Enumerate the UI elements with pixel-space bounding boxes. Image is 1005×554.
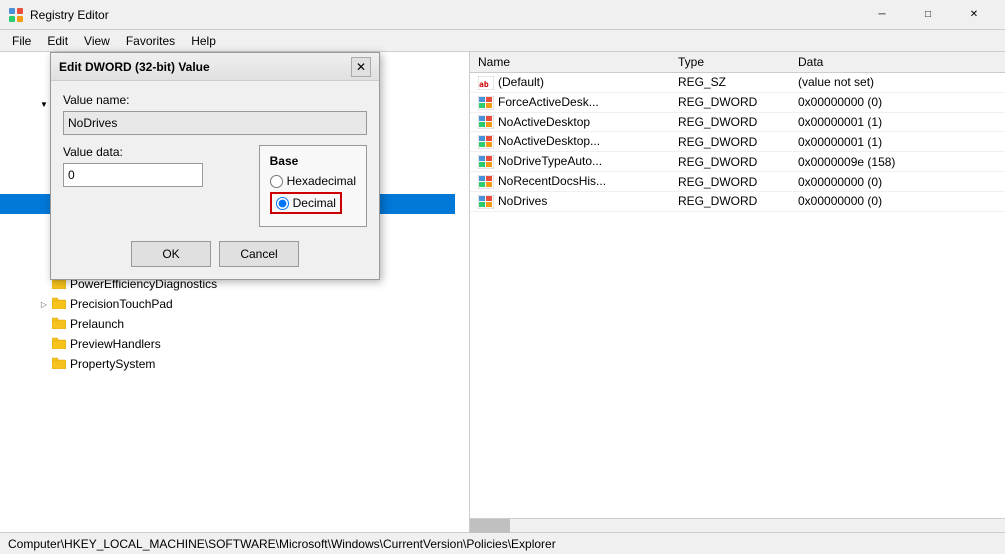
reg-name-cell: ForceActiveDesk... xyxy=(470,92,670,112)
reg-type-cell: REG_DWORD xyxy=(670,191,790,211)
dialog-title: Edit DWORD (32-bit) Value xyxy=(59,60,210,74)
reg-data-cell: 0x00000000 (0) xyxy=(790,172,1005,192)
decimal-radio-row: Decimal xyxy=(270,192,342,214)
dec-label[interactable]: Decimal xyxy=(293,196,336,210)
dialog-overlay: Edit DWORD (32-bit) Value ✕ Value name: … xyxy=(50,52,380,280)
menu-help[interactable]: Help xyxy=(183,32,224,50)
status-bar: Computer\HKEY_LOCAL_MACHINE\SOFTWARE\Mic… xyxy=(0,532,1005,554)
dialog-body: Value name: Value data: Base Hexadecimal xyxy=(51,81,379,279)
reg-data-cell: 0x00000001 (1) xyxy=(790,112,1005,132)
table-row[interactable]: NoDriveTypeAuto... REG_DWORD0x0000009e (1… xyxy=(470,152,1005,172)
reg-name-cell: ab (Default) xyxy=(470,73,670,93)
tree-item-propertysystem[interactable]: ▷ PropertySystem xyxy=(0,354,455,374)
menu-view[interactable]: View xyxy=(76,32,118,50)
menu-file[interactable]: File xyxy=(4,32,39,50)
reg-data-cell: 0x00000000 (0) xyxy=(790,92,1005,112)
reg-type-cell: REG_DWORD xyxy=(670,132,790,152)
folder-icon xyxy=(52,317,66,329)
status-path: Computer\HKEY_LOCAL_MACHINE\SOFTWARE\Mic… xyxy=(8,537,556,551)
table-row[interactable]: NoActiveDesktop REG_DWORD0x00000001 (1) xyxy=(470,112,1005,132)
table-row[interactable]: ForceActiveDesk... REG_DWORD0x00000000 (0… xyxy=(470,92,1005,112)
minimize-button[interactable]: ─ xyxy=(859,0,905,30)
reg-data-cell: 0x00000001 (1) xyxy=(790,132,1005,152)
reg-name-cell: NoDrives xyxy=(470,191,670,211)
folder-icon xyxy=(52,337,66,349)
value-name-input[interactable] xyxy=(63,111,367,135)
close-button[interactable]: ✕ xyxy=(951,0,997,30)
tree-item-label: Prelaunch xyxy=(70,317,124,331)
value-data-label: Value data: xyxy=(63,145,243,159)
hexadecimal-radio[interactable] xyxy=(270,175,283,188)
folder-icon xyxy=(52,297,66,309)
reg-type-cell: REG_DWORD xyxy=(670,172,790,192)
ok-button[interactable]: OK xyxy=(131,241,211,267)
base-section: Base Hexadecimal Decimal xyxy=(259,145,367,227)
main-area: ▷ NcdAutoSetup ▷ xyxy=(0,52,1005,532)
dialog-close-button[interactable]: ✕ xyxy=(351,57,371,77)
dialog-buttons: OK Cancel xyxy=(63,241,367,267)
registry-table-wrapper: Name Type Data ab (Default) REG_SZ(value n… xyxy=(470,52,1005,532)
horiz-scrollbar[interactable] xyxy=(470,518,1005,532)
reg-name: NoActiveDesktop... xyxy=(498,134,600,148)
base-label: Base xyxy=(270,154,356,168)
table-row[interactable]: ab (Default) REG_SZ(value not set) xyxy=(470,73,1005,93)
maximize-button[interactable]: □ xyxy=(905,0,951,30)
col-data[interactable]: Data xyxy=(790,52,1005,73)
reg-name-cell: NoDriveTypeAuto... xyxy=(470,152,670,172)
reg-name-cell: NoRecentDocsHis... xyxy=(470,172,670,192)
horiz-scroll-thumb xyxy=(470,519,510,532)
right-pane: Name Type Data ab (Default) REG_SZ(value n… xyxy=(470,52,1005,532)
title-bar-left: Registry Editor xyxy=(8,7,109,23)
registry-table: Name Type Data ab (Default) REG_SZ(value n… xyxy=(470,52,1005,212)
tree-item-label: PreviewHandlers xyxy=(70,337,161,351)
reg-name: NoDrives xyxy=(498,194,547,208)
decimal-radio[interactable] xyxy=(276,197,289,210)
col-type[interactable]: Type xyxy=(670,52,790,73)
tree-item-label: PrecisionTouchPad xyxy=(70,297,173,311)
cancel-button[interactable]: Cancel xyxy=(219,241,299,267)
folder-icon xyxy=(52,357,66,369)
reg-data-cell: (value not set) xyxy=(790,73,1005,93)
table-row[interactable]: NoRecentDocsHis... REG_DWORD0x00000000 (0… xyxy=(470,172,1005,192)
reg-name: ForceActiveDesk... xyxy=(498,95,599,109)
tree-item-previewhandlers[interactable]: ▷ PreviewHandlers xyxy=(0,334,455,354)
reg-name: NoRecentDocsHis... xyxy=(498,174,606,188)
reg-name: NoActiveDesktop xyxy=(498,115,590,129)
app-icon xyxy=(8,7,24,23)
reg-data-cell: 0x00000000 (0) xyxy=(790,191,1005,211)
tree-item-prelaunch[interactable]: ▷ Prelaunch xyxy=(0,314,455,334)
svg-text:ab: ab xyxy=(479,80,489,89)
reg-type-cell: REG_DWORD xyxy=(670,112,790,132)
reg-name-cell: NoActiveDesktop xyxy=(470,112,670,132)
edit-dword-dialog: Edit DWORD (32-bit) Value ✕ Value name: … xyxy=(50,52,380,280)
dialog-row: Value data: Base Hexadecimal Decimal xyxy=(63,145,367,227)
reg-type-cell: REG_DWORD xyxy=(670,92,790,112)
tree-item-precisiontouchpad[interactable]: ▷ PrecisionTouchPad xyxy=(0,294,455,314)
menu-bar: File Edit View Favorites Help xyxy=(0,30,1005,52)
hex-label[interactable]: Hexadecimal xyxy=(287,174,356,188)
reg-data-cell: 0x0000009e (158) xyxy=(790,152,1005,172)
app-title: Registry Editor xyxy=(30,8,109,22)
tree-item-label: PropertySystem xyxy=(70,357,155,371)
value-name-label: Value name: xyxy=(63,93,367,107)
col-name[interactable]: Name xyxy=(470,52,670,73)
value-data-input[interactable] xyxy=(63,163,203,187)
reg-type-cell: REG_SZ xyxy=(670,73,790,93)
title-bar-controls: ─ □ ✕ xyxy=(859,0,997,30)
title-bar: Registry Editor ─ □ ✕ xyxy=(0,0,1005,30)
reg-name: (Default) xyxy=(498,75,544,89)
value-data-section: Value data: xyxy=(63,145,243,187)
table-row[interactable]: NoDrives REG_DWORD0x00000000 (0) xyxy=(470,191,1005,211)
expand-icon: ▷ xyxy=(36,296,52,312)
reg-name: NoDriveTypeAuto... xyxy=(498,154,602,168)
hex-radio-row: Hexadecimal xyxy=(270,174,356,188)
table-row[interactable]: NoActiveDesktop... REG_DWORD0x00000001 (1… xyxy=(470,132,1005,152)
reg-type-cell: REG_DWORD xyxy=(670,152,790,172)
reg-name-cell: NoActiveDesktop... xyxy=(470,132,670,152)
menu-edit[interactable]: Edit xyxy=(39,32,76,50)
menu-favorites[interactable]: Favorites xyxy=(118,32,183,50)
dialog-title-bar: Edit DWORD (32-bit) Value ✕ xyxy=(51,53,379,81)
